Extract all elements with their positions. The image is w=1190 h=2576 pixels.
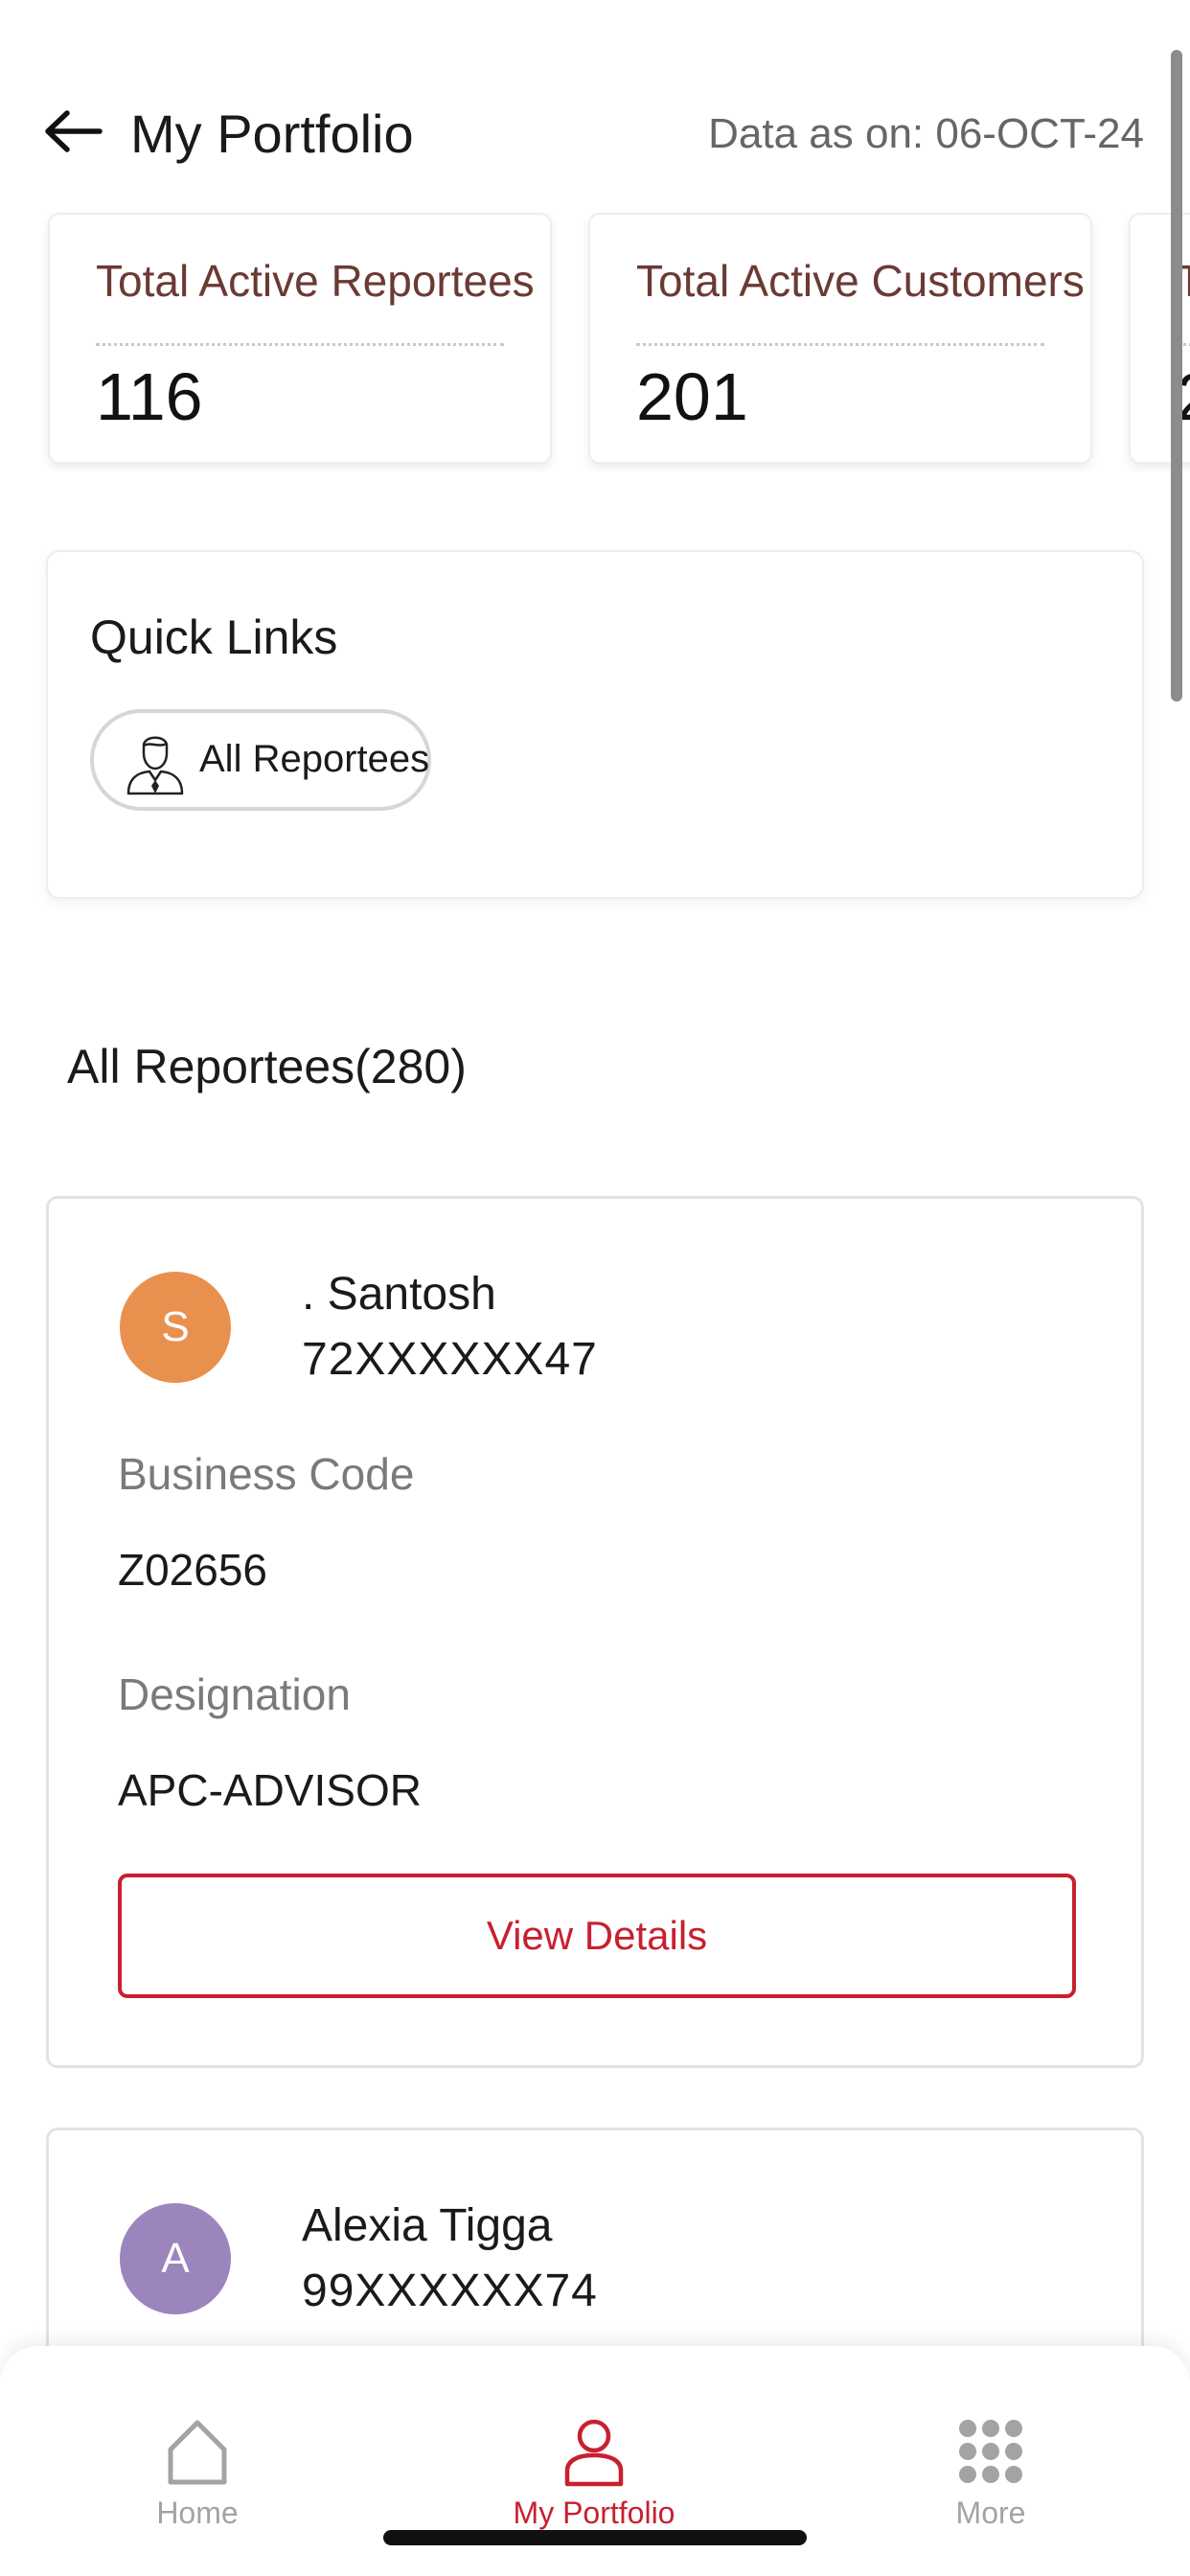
app-header: My Portfolio Data as on: 06-OCT-24	[0, 0, 1190, 201]
nav-label: My Portfolio	[513, 2496, 675, 2530]
all-reportees-chip[interactable]: All Reportees	[90, 709, 431, 811]
stat-card-active-customers: Total Active Customers 201	[588, 213, 1092, 464]
divider	[96, 343, 504, 346]
data-as-on-date: Data as on: 06-OCT-24	[708, 110, 1144, 157]
reportee-card: S . Santosh 72XXXXXX47 Business Code Z02…	[46, 1196, 1144, 2068]
nav-label: Home	[156, 2496, 239, 2530]
business-code-label: Business Code	[118, 1449, 415, 1499]
stat-label: Total Active Customers	[636, 256, 1085, 306]
chip-label: All Reportees	[199, 738, 430, 780]
business-code-value: Z02656	[118, 1545, 268, 1595]
stat-value: 116	[96, 359, 203, 434]
person-tie-icon	[126, 736, 184, 795]
nav-item-my-portfolio[interactable]: My Portfolio	[489, 2415, 699, 2549]
home-indicator[interactable]	[383, 2530, 807, 2545]
divider	[636, 343, 1044, 346]
designation-value: APC-ADVISOR	[118, 1765, 422, 1815]
grid-dots-icon	[959, 2420, 1022, 2483]
reportee-name: Alexia Tigga	[302, 2200, 553, 2251]
avatar: A	[120, 2203, 231, 2314]
reportee-phone: 99XXXXXX74	[302, 2266, 598, 2316]
stats-carousel[interactable]: Total Active Reportees 116 Total Active …	[0, 213, 1190, 472]
person-icon	[564, 2419, 624, 2487]
scrollbar[interactable]	[1171, 50, 1182, 702]
view-details-button[interactable]: View Details	[118, 1874, 1076, 1998]
quick-links-title: Quick Links	[90, 610, 338, 664]
arrow-left-icon[interactable]	[42, 107, 103, 155]
home-icon	[168, 2420, 227, 2485]
stat-value: 201	[636, 359, 748, 434]
designation-label: Designation	[118, 1669, 351, 1719]
nav-label: More	[955, 2496, 1026, 2530]
avatar: S	[120, 1272, 231, 1383]
page-title: My Portfolio	[130, 104, 414, 164]
reportee-name: . Santosh	[302, 1269, 496, 1320]
nav-item-more[interactable]: More	[885, 2415, 1096, 2549]
quick-links-card: Quick Links All Reportees	[46, 550, 1144, 899]
stat-label: Total Active Reportees	[96, 256, 535, 306]
nav-item-home[interactable]: Home	[92, 2415, 303, 2549]
reportee-phone: 72XXXXXX47	[302, 1334, 598, 1385]
stat-card-active-reportees: Total Active Reportees 116	[48, 213, 552, 464]
reportees-heading: All Reportees(280)	[67, 1040, 467, 1093]
